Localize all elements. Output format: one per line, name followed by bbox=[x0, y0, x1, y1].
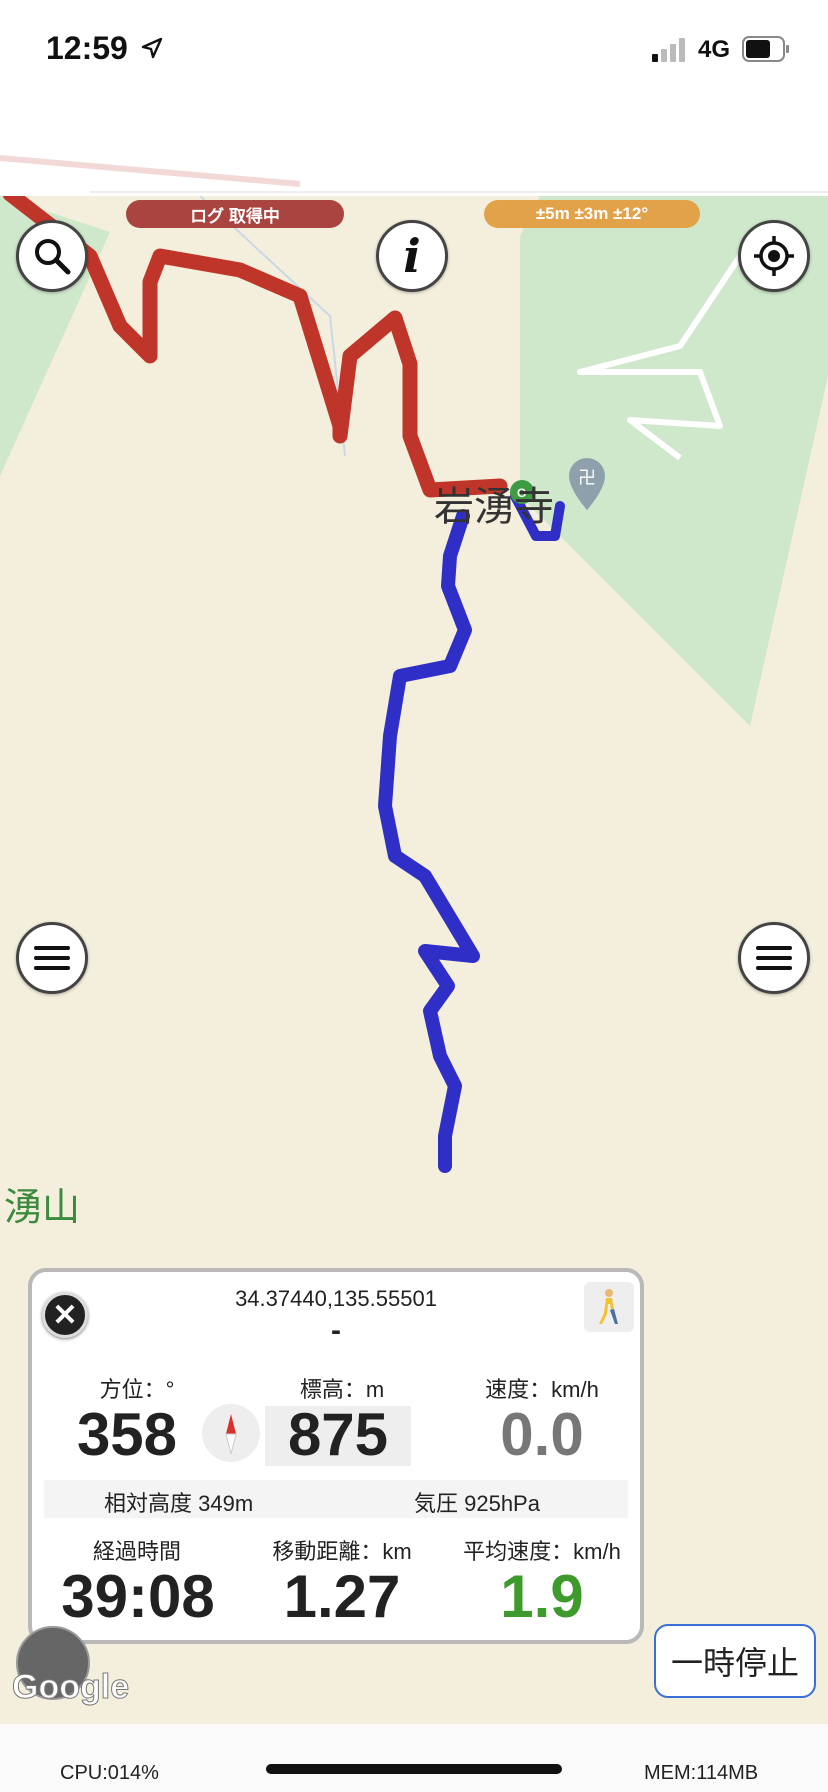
info-icon: i bbox=[403, 229, 421, 283]
thin-road bbox=[199, 196, 346, 457]
google-logo: Google bbox=[11, 1668, 130, 1707]
signal-icon bbox=[652, 38, 685, 62]
compass-icon bbox=[202, 1404, 260, 1462]
info-button[interactable]: i bbox=[376, 220, 448, 292]
battery-icon bbox=[742, 36, 789, 62]
svg-text:卍: 卍 bbox=[578, 468, 596, 489]
status-time: 12:59 bbox=[46, 30, 128, 66]
menu-button-left[interactable] bbox=[16, 922, 88, 994]
altitude-pressure-row: 相対高度 349m 気圧 925hPa bbox=[44, 1480, 628, 1518]
map-faded-roads bbox=[0, 155, 828, 193]
log-status-badge: ログ 取得中 bbox=[126, 200, 344, 228]
elevation-value: 875 bbox=[287, 1401, 389, 1468]
crosshair-icon bbox=[754, 236, 794, 276]
speed-value: 0.0 bbox=[500, 1401, 584, 1468]
mountain-label: 湧山 bbox=[4, 1187, 81, 1229]
memory-usage: MEM:114MB bbox=[644, 1762, 759, 1784]
address-text: - bbox=[331, 1314, 341, 1347]
elapsed-value: 39:08 bbox=[61, 1563, 215, 1630]
distance-value: 1.27 bbox=[283, 1563, 401, 1630]
location-arrow-icon bbox=[141, 37, 163, 59]
home-indicator[interactable] bbox=[266, 1764, 562, 1774]
cpu-usage: CPU:014% bbox=[60, 1762, 159, 1784]
hamburger-icon bbox=[34, 946, 70, 970]
stats-panel: ✕ 34.37440,135.55501 - 方位：° 標高：m 速度：km/h… bbox=[28, 1268, 644, 1644]
map-top-strip bbox=[0, 100, 828, 200]
locate-button[interactable] bbox=[738, 220, 810, 292]
search-button[interactable] bbox=[16, 220, 88, 292]
network-type: 4G bbox=[698, 36, 731, 63]
relative-altitude: 相対高度 349m bbox=[104, 1491, 254, 1516]
hamburger-icon bbox=[756, 946, 792, 970]
pause-button[interactable]: 一時停止 bbox=[654, 1624, 816, 1698]
status-bar: 12:59 4G bbox=[0, 0, 828, 100]
coordinates-text: 34.37440,135.55501 bbox=[235, 1286, 437, 1311]
blue-track bbox=[378, 509, 480, 1173]
pressure: 気圧 925hPa bbox=[414, 1491, 540, 1516]
search-icon bbox=[35, 239, 71, 275]
accuracy-badge: ±5m ±3m ±12° bbox=[484, 200, 700, 228]
temple-label: 岩湧寺 bbox=[434, 485, 554, 529]
menu-button-right[interactable] bbox=[738, 922, 810, 994]
heading-value: 358 bbox=[76, 1401, 178, 1468]
avg-speed-value: 1.9 bbox=[500, 1563, 584, 1630]
